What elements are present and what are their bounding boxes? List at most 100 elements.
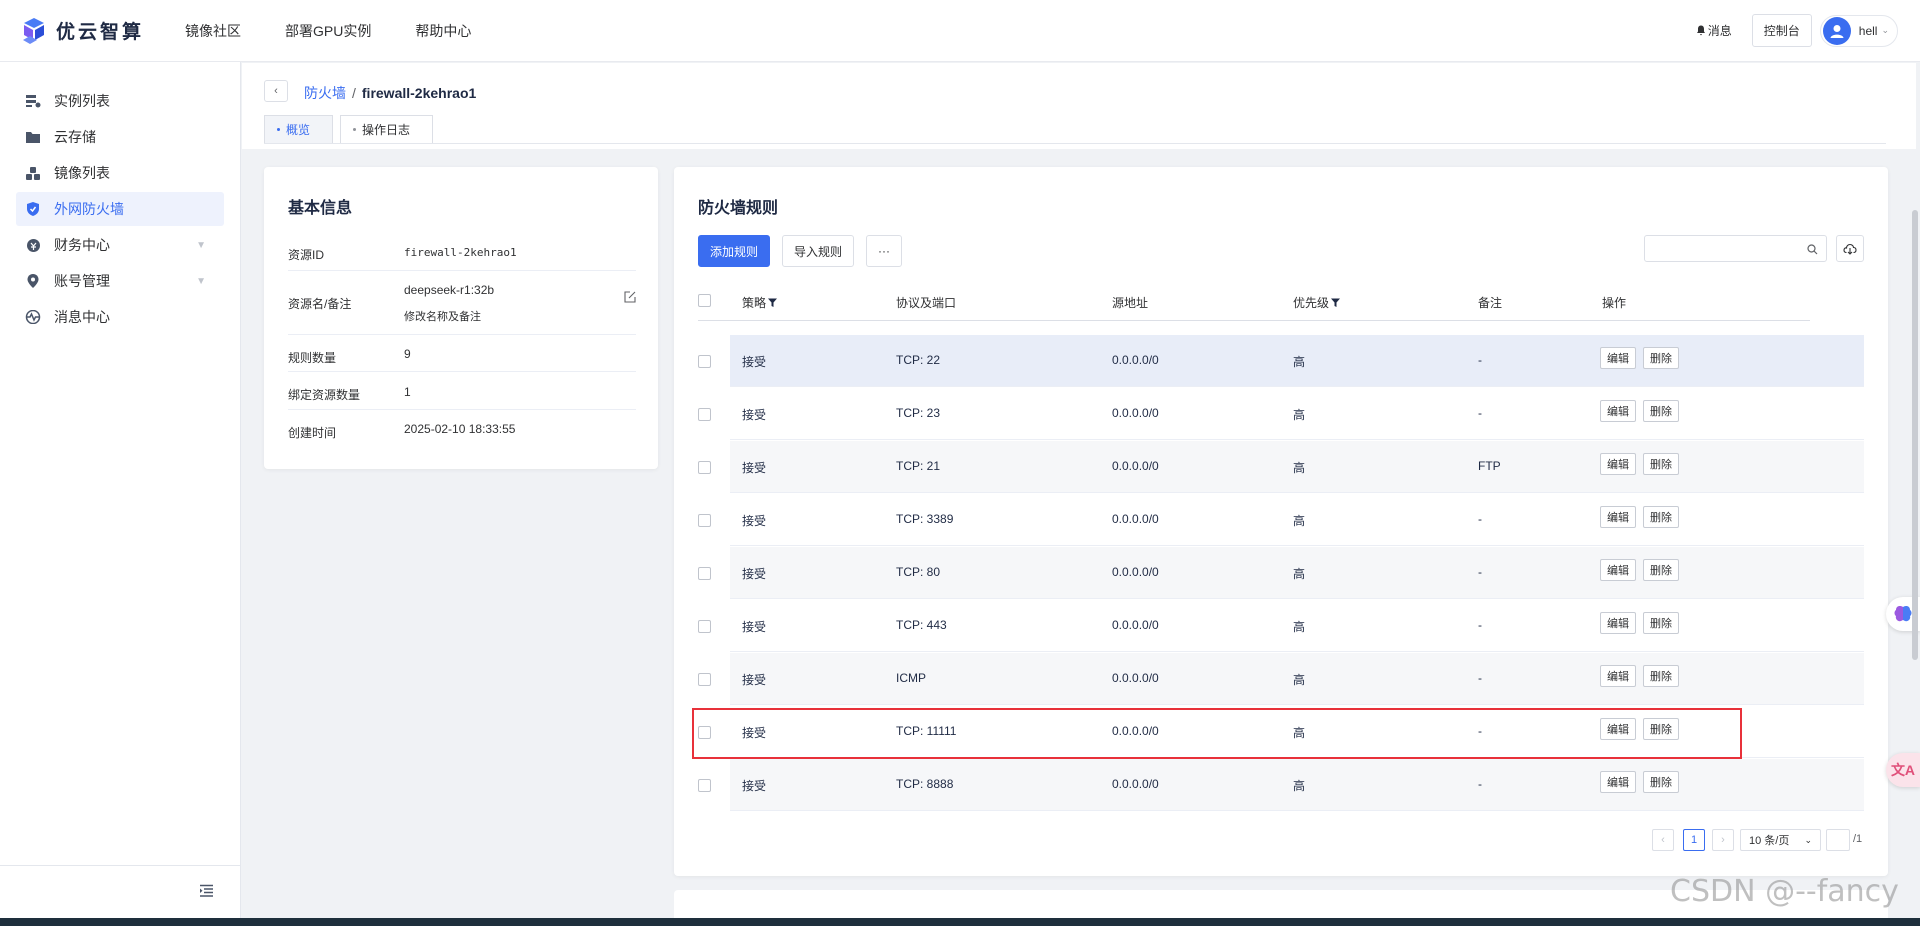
logo-text: 优云智算 <box>56 22 145 43</box>
chevron-left-icon: ‹ <box>1661 834 1665 846</box>
breadcrumb-parent[interactable]: 防火墙 <box>304 85 346 101</box>
edit-icon[interactable] <box>624 291 636 306</box>
page-jump-input[interactable] <box>1826 829 1850 851</box>
finance-icon <box>24 236 42 254</box>
info-row-resource-id: 资源ID firewall-2kehrao1 <box>288 232 636 271</box>
edit-button[interactable]: 编辑 <box>1600 453 1636 475</box>
chevron-down-icon: ▼ <box>196 239 206 251</box>
cell-note: - <box>1478 512 1482 526</box>
row-checkbox[interactable] <box>698 461 711 474</box>
tab-dot-icon <box>353 128 356 131</box>
cell-port: TCP: 80 <box>896 565 941 579</box>
sidebar-item-message-center[interactable]: 消息中心 <box>16 300 224 334</box>
table-row[interactable]: 接受 TCP: 21 0.0.0.0/0 高 FTP 编辑 删除 <box>730 441 1864 493</box>
prev-page-button[interactable]: ‹ <box>1652 829 1674 851</box>
search-input[interactable] <box>1645 236 1795 261</box>
delete-button[interactable]: 删除 <box>1643 612 1679 634</box>
delete-button[interactable]: 删除 <box>1643 665 1679 687</box>
tab-operation-log[interactable]: 操作日志 <box>340 115 433 143</box>
tab-label: 操作日志 <box>362 123 411 137</box>
row-checkbox[interactable] <box>698 514 711 527</box>
delete-button[interactable]: 删除 <box>1643 400 1679 422</box>
edit-button[interactable]: 编辑 <box>1600 347 1636 369</box>
cell-source: 0.0.0.0/0 <box>1112 777 1159 791</box>
page-size-select[interactable]: 10 条/页 ⌄ <box>1740 829 1821 851</box>
import-rules-button[interactable]: 导入规则 <box>782 235 854 267</box>
column-label: 优先级 <box>1293 296 1330 310</box>
search-icon[interactable] <box>1807 243 1818 258</box>
table-row[interactable]: 接受 TCP: 443 0.0.0.0/0 高 - 编辑 删除 <box>730 600 1864 652</box>
more-actions-button[interactable]: ··· <box>866 235 902 267</box>
edit-button[interactable]: 编辑 <box>1600 665 1636 687</box>
sidebar-item-label: 镜像列表 <box>54 165 110 181</box>
row-checkbox[interactable] <box>698 620 711 633</box>
cell-priority: 高 <box>1293 461 1306 475</box>
messages-label: 消息 <box>1707 24 1732 38</box>
cloud-download-icon <box>1843 243 1857 255</box>
edit-button[interactable]: 编辑 <box>1600 400 1636 422</box>
collapse-menu-icon[interactable] <box>199 884 214 900</box>
cell-policy: 接受 <box>742 779 767 793</box>
tab-label: 概览 <box>286 123 311 137</box>
avatar <box>1822 16 1851 45</box>
table-row[interactable]: 接受 TCP: 80 0.0.0.0/0 高 - 编辑 删除 <box>730 547 1864 599</box>
sidebar: 实例列表 云存储 镜像列表 外网防火墙 财务中心 ▼ 账号管理 ▼ 消息中心 <box>0 62 241 920</box>
delete-button[interactable]: 删除 <box>1643 771 1679 793</box>
next-page-button[interactable]: › <box>1712 829 1734 851</box>
sidebar-item-finance[interactable]: 财务中心 ▼ <box>16 228 224 262</box>
filter-icon[interactable] <box>1331 296 1341 310</box>
cell-priority: 高 <box>1293 673 1306 687</box>
server-list-icon <box>24 92 42 110</box>
sidebar-footer <box>0 865 240 920</box>
row-checkbox[interactable] <box>698 355 711 368</box>
user-menu[interactable]: hell ⌄ <box>1819 14 1898 47</box>
delete-button[interactable]: 删除 <box>1643 506 1679 528</box>
info-value: 2025-02-10 18:33:55 <box>404 422 516 436</box>
cell-priority: 高 <box>1293 620 1306 634</box>
edit-button[interactable]: 编辑 <box>1600 559 1636 581</box>
table-row[interactable]: 接受 ICMP 0.0.0.0/0 高 - 编辑 删除 <box>730 653 1864 705</box>
sidebar-item-firewall[interactable]: 外网防火墙 <box>16 192 224 226</box>
row-checkbox[interactable] <box>698 673 711 686</box>
sidebar-item-cloud-storage[interactable]: 云存储 <box>16 120 224 154</box>
row-checkbox[interactable] <box>698 567 711 580</box>
rules-search[interactable] <box>1644 235 1827 262</box>
console-button[interactable]: 控制台 <box>1751 14 1812 47</box>
table-header: 策略 协议及端口 源地址 优先级 备注 操作 <box>698 281 1810 321</box>
edit-button[interactable]: 编辑 <box>1600 506 1636 528</box>
cell-source: 0.0.0.0/0 <box>1112 512 1159 526</box>
info-value: deepseek-r1:32b <box>404 283 495 297</box>
back-button[interactable]: ‹ <box>264 80 288 102</box>
edit-button[interactable]: 编辑 <box>1600 612 1636 634</box>
translate-button[interactable]: 文A <box>1886 753 1920 787</box>
add-rule-button[interactable]: 添加规则 <box>698 235 770 267</box>
download-button[interactable] <box>1836 235 1864 262</box>
row-checkbox[interactable] <box>698 408 711 421</box>
table-row[interactable]: 接受 TCP: 22 0.0.0.0/0 高 - 编辑 删除 <box>730 335 1864 387</box>
tab-overview[interactable]: 概览 <box>264 115 333 143</box>
nav-image-community[interactable]: 镜像社区 <box>185 21 241 41</box>
column-header-port: 协议及端口 <box>896 296 957 310</box>
row-checkbox[interactable] <box>698 779 711 792</box>
shield-icon <box>24 200 42 218</box>
delete-button[interactable]: 删除 <box>1643 559 1679 581</box>
delete-button[interactable]: 删除 <box>1643 347 1679 369</box>
delete-button[interactable]: 删除 <box>1643 453 1679 475</box>
logo[interactable]: 优云智算 <box>20 16 165 46</box>
page-header: ‹ 防火墙 / firewall-2kehrao1 概览 操作日志 <box>242 63 1916 149</box>
page-number-button[interactable]: 1 <box>1683 829 1705 851</box>
messages-link[interactable]: 消息 <box>1696 22 1732 39</box>
edit-button[interactable]: 编辑 <box>1600 771 1636 793</box>
sidebar-item-account[interactable]: 账号管理 ▼ <box>16 264 224 298</box>
table-row[interactable]: 接受 TCP: 8888 0.0.0.0/0 高 - 编辑 删除 <box>730 759 1864 811</box>
table-row[interactable]: 接受 TCP: 23 0.0.0.0/0 高 - 编辑 删除 <box>730 388 1864 440</box>
nav-deploy-gpu[interactable]: 部署GPU实例 <box>285 21 371 41</box>
nav-help-center[interactable]: 帮助中心 <box>415 21 471 41</box>
filter-icon[interactable] <box>768 296 778 310</box>
column-header-note: 备注 <box>1478 296 1503 310</box>
sidebar-item-instances[interactable]: 实例列表 <box>16 84 224 118</box>
select-all-checkbox[interactable] <box>698 294 711 307</box>
page-scrollbar[interactable] <box>1912 210 1918 660</box>
table-row[interactable]: 接受 TCP: 3389 0.0.0.0/0 高 - 编辑 删除 <box>730 494 1864 546</box>
sidebar-item-images[interactable]: 镜像列表 <box>16 156 224 190</box>
